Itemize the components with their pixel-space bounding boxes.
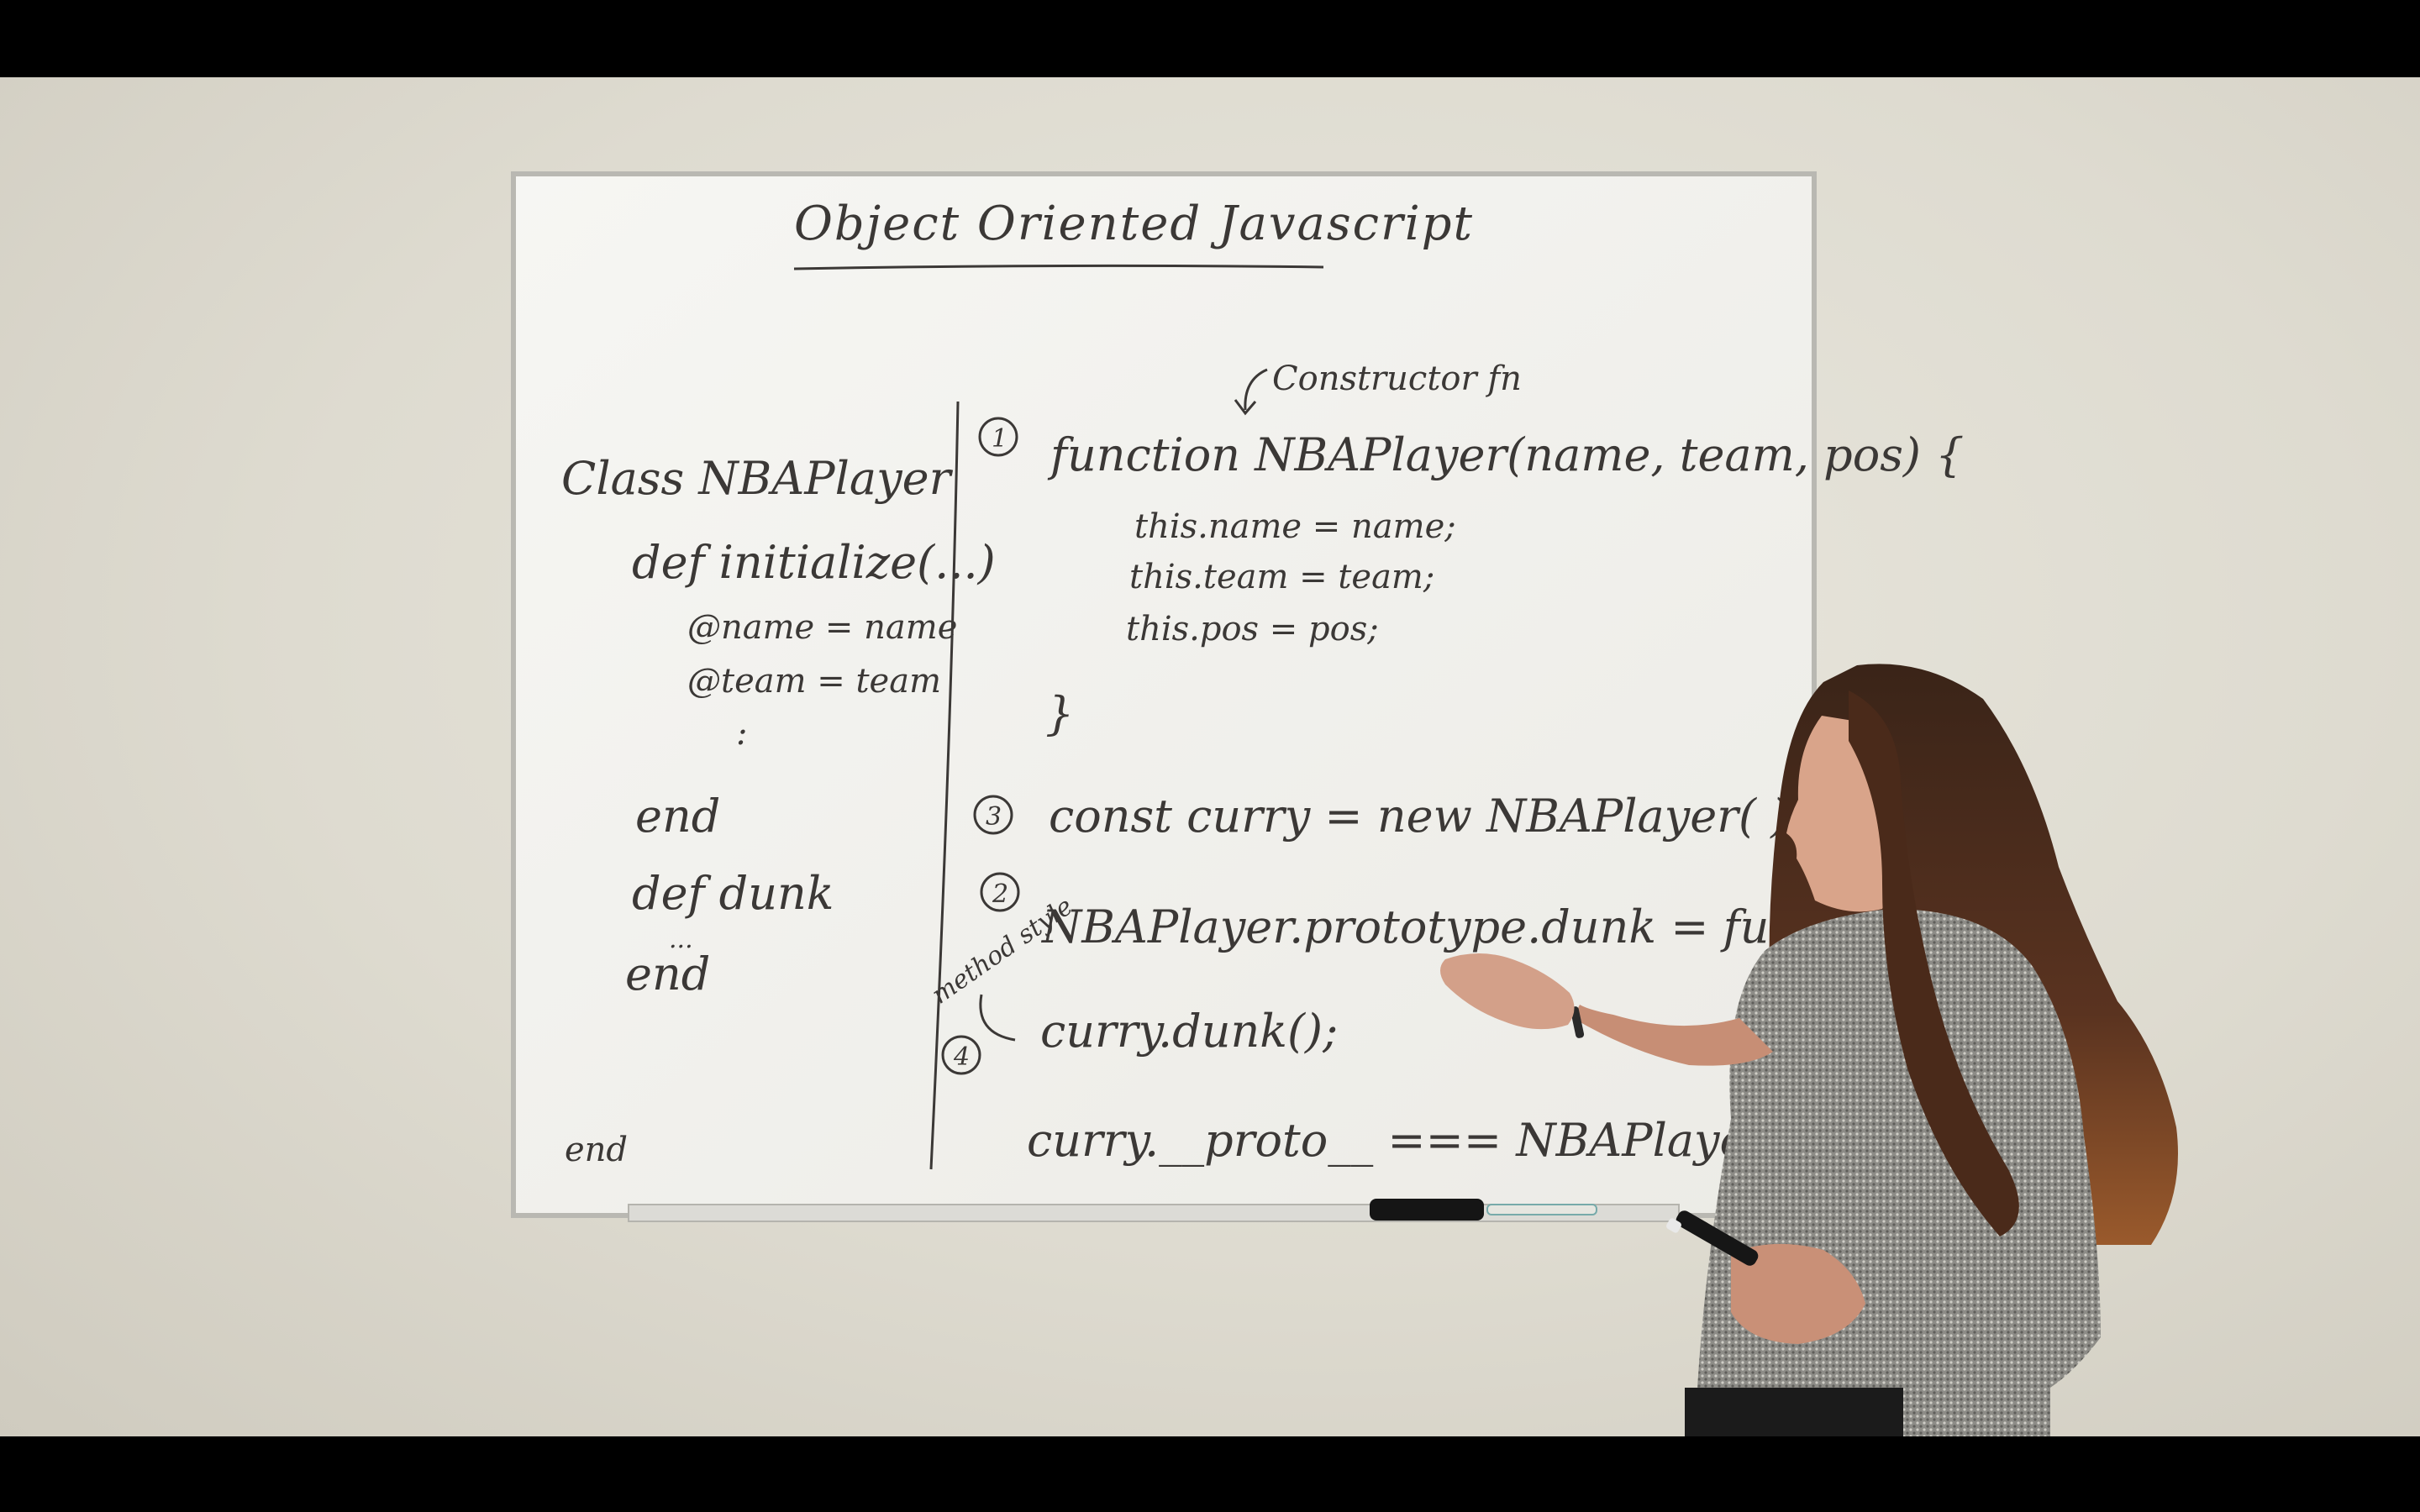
js-const-line: const curry = new NBAPlayer( ) bbox=[1049, 790, 1788, 843]
svg-text:2: 2 bbox=[992, 879, 1008, 909]
svg-text:1: 1 bbox=[992, 424, 1007, 454]
js-function-line: function NBAPlayer(name, team, pos) { bbox=[1047, 428, 1965, 481]
lecture-scene: Object Oriented Javascript Class NBAPlay… bbox=[511, 171, 2178, 1436]
ruby-ivar-team: @team = team bbox=[687, 662, 941, 701]
js-call-line: curry.dunk(); bbox=[1040, 1005, 1338, 1058]
ruby-ellipsis: : bbox=[736, 714, 747, 753]
ruby-end-initialize: end bbox=[635, 790, 720, 843]
js-assign-name: this.name = name; bbox=[1134, 507, 1456, 546]
js-assign-pos: this.pos = pos; bbox=[1126, 610, 1379, 648]
svg-text:3: 3 bbox=[986, 802, 1002, 832]
constructor-annotation: Constructor fn bbox=[1272, 360, 1522, 398]
ruby-end-class: end bbox=[565, 1131, 628, 1169]
eraser bbox=[1370, 1199, 1484, 1221]
svg-text:4: 4 bbox=[953, 1042, 970, 1072]
ruby-def-dunk: def dunk bbox=[632, 867, 834, 920]
ruby-def-initialize: def initialize(...) bbox=[632, 536, 996, 589]
ruby-end-dunk: end bbox=[625, 948, 710, 1000]
marker-on-tray bbox=[1486, 1204, 1597, 1215]
ruby-class-line: Class NBAPlayer bbox=[561, 452, 954, 505]
js-close-brace: } bbox=[1045, 687, 1074, 740]
title-text: Object Oriented Javascript bbox=[794, 197, 1474, 251]
js-assign-team: this.team = team; bbox=[1129, 558, 1434, 596]
video-frame: Object Oriented Javascript Class NBAPlay… bbox=[0, 77, 2420, 1436]
ruby-ivar-name: @name = name bbox=[687, 608, 957, 647]
